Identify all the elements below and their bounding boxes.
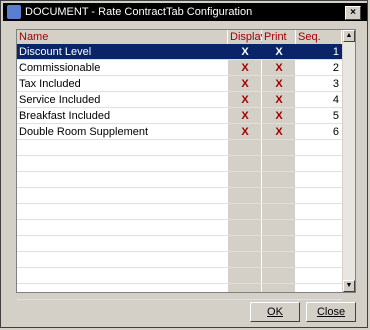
table-row[interactable] — [17, 204, 342, 220]
cell-name — [17, 220, 228, 236]
cell-print — [262, 236, 296, 252]
table-row[interactable]: Double Room Supplement X X 6 — [17, 124, 342, 140]
cell-print: X — [275, 110, 283, 122]
close-button[interactable]: Close — [306, 302, 356, 322]
cell-seq: 2 — [332, 62, 339, 74]
header-seq[interactable]: Seq. — [296, 30, 342, 44]
cell-seq — [296, 284, 342, 300]
cell-name — [17, 156, 228, 172]
window-title: DOCUMENT - Rate ContractTab Configuratio… — [25, 6, 253, 18]
cell-print — [262, 252, 296, 268]
cell-display: X — [241, 78, 249, 90]
table-row[interactable] — [17, 156, 342, 172]
table-row[interactable] — [17, 172, 342, 188]
cell-display — [228, 172, 262, 188]
cell-print: X — [275, 78, 283, 90]
table-row[interactable] — [17, 236, 342, 252]
cell-display — [228, 188, 262, 204]
table-row[interactable]: Discount Level X X 1 — [17, 44, 342, 60]
cell-name: Commissionable — [19, 62, 101, 74]
table-row[interactable] — [17, 284, 342, 300]
cell-display: X — [241, 46, 249, 58]
ok-button[interactable]: OK — [250, 302, 300, 322]
cell-display — [228, 156, 262, 172]
cell-print: X — [275, 94, 283, 106]
cell-display — [228, 220, 262, 236]
app-icon — [7, 5, 21, 19]
cell-seq: 5 — [332, 110, 339, 122]
cell-display: X — [241, 62, 249, 74]
dialog-window: DOCUMENT - Rate ContractTab Configuratio… — [0, 0, 368, 328]
close-window-button[interactable]: × — [345, 6, 361, 20]
header-print[interactable]: Print — [262, 30, 296, 44]
cell-display — [228, 140, 262, 156]
cell-name — [17, 236, 228, 252]
header-display[interactable]: Display — [228, 30, 266, 44]
cell-display — [228, 236, 262, 252]
cell-print: X — [275, 62, 283, 74]
cell-name — [17, 284, 228, 300]
cell-print — [262, 156, 296, 172]
header-name[interactable]: Name — [17, 30, 228, 44]
table-row[interactable]: Tax Included X X 3 — [17, 76, 342, 92]
table-row[interactable] — [17, 220, 342, 236]
cell-seq — [296, 236, 342, 252]
table-row[interactable] — [17, 268, 342, 284]
cell-name — [17, 172, 228, 188]
ok-label: OK — [267, 306, 283, 318]
cell-seq: 1 — [332, 46, 339, 58]
cell-name — [17, 140, 228, 156]
cell-display — [228, 252, 262, 268]
cell-name: Discount Level — [19, 46, 92, 58]
cell-print — [262, 220, 296, 236]
cell-seq: 4 — [332, 94, 339, 106]
cell-print — [262, 268, 296, 284]
cell-name — [17, 268, 228, 284]
cell-name: Breakfast Included — [19, 110, 111, 122]
cell-print — [262, 204, 296, 220]
close-label: Close — [316, 306, 346, 318]
cell-name: Double Room Supplement — [19, 126, 149, 138]
title-bar[interactable]: DOCUMENT - Rate ContractTab Configuratio… — [3, 3, 367, 21]
cell-seq — [296, 252, 342, 268]
cell-name — [17, 252, 228, 268]
cell-name: Service Included — [19, 94, 101, 106]
cell-display: X — [241, 94, 249, 106]
cell-seq — [296, 156, 342, 172]
cell-seq — [296, 204, 342, 220]
cell-seq — [296, 268, 342, 284]
scroll-down-button[interactable]: ▼ — [343, 280, 355, 292]
config-grid: Name Display Print Seq. Discount Level X X… — [16, 29, 356, 300]
cell-seq — [296, 188, 342, 204]
table-row[interactable]: Commissionable X X 2 — [17, 60, 342, 76]
cell-display: X — [241, 126, 249, 138]
table-row[interactable]: Breakfast Included X X 5 — [17, 108, 342, 124]
cell-seq — [296, 140, 342, 156]
cell-seq: 3 — [332, 78, 339, 90]
table-row[interactable] — [17, 188, 342, 204]
cell-display — [228, 204, 262, 220]
cell-print — [262, 188, 296, 204]
scroll-up-button[interactable]: ▲ — [343, 30, 355, 42]
cell-display: X — [241, 110, 249, 122]
cell-print: X — [275, 46, 283, 58]
cell-print — [262, 284, 296, 300]
cell-print — [262, 140, 296, 156]
cell-seq — [296, 172, 342, 188]
cell-name — [17, 188, 228, 204]
cell-display — [228, 284, 262, 300]
cell-print: X — [275, 126, 283, 138]
table-row[interactable]: Service Included X X 4 — [17, 92, 342, 108]
cell-name — [17, 204, 228, 220]
cell-seq — [296, 220, 342, 236]
cell-display — [228, 268, 262, 284]
cell-seq: 6 — [332, 126, 339, 138]
table-row[interactable] — [17, 140, 342, 156]
vertical-scrollbar[interactable]: ▲ ▼ — [342, 30, 355, 292]
cell-print — [262, 172, 296, 188]
table-row[interactable] — [17, 252, 342, 268]
cell-name: Tax Included — [19, 78, 81, 90]
